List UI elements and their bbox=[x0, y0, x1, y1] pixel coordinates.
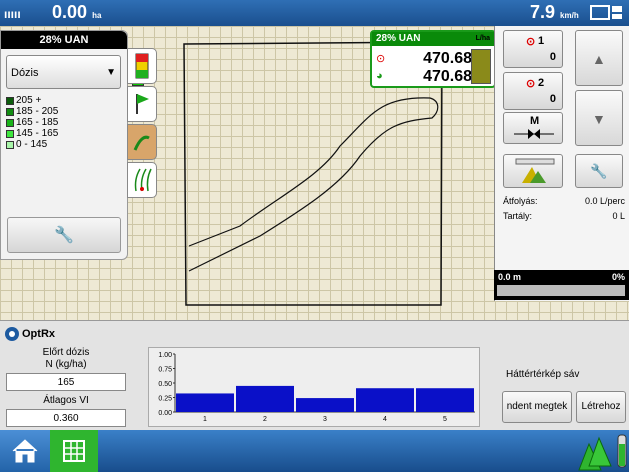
map-layer-select[interactable]: Dózis ▼ bbox=[6, 55, 144, 89]
target-rate: 470.68 bbox=[423, 50, 472, 67]
valve-icon bbox=[514, 129, 554, 139]
rate-down-button[interactable]: ▼ bbox=[575, 90, 623, 146]
create-button[interactable]: Létrehoz bbox=[576, 391, 626, 423]
legend-item: 0 - 145 bbox=[6, 139, 58, 150]
actual-rate: 470.68 bbox=[423, 68, 472, 85]
prescription-panel: 28% UAN Dózis ▼ 205 + 185 - 205 165 - 18… bbox=[0, 30, 144, 260]
flag-icon bbox=[136, 94, 149, 114]
bar bbox=[236, 385, 294, 412]
settings-wrench-button[interactable]: 🔧 bbox=[7, 217, 121, 253]
home-icon bbox=[12, 439, 38, 463]
legend-item: 165 - 185 bbox=[6, 117, 58, 128]
arrow-up-icon: ▲ bbox=[592, 51, 606, 67]
bar bbox=[296, 398, 354, 412]
wrench-icon: 🔧 bbox=[54, 227, 74, 244]
target-icon: ⊙ bbox=[526, 78, 536, 90]
home-button[interactable] bbox=[0, 430, 50, 472]
rate-unit: L/ha bbox=[475, 35, 490, 42]
tab-flag[interactable] bbox=[127, 86, 157, 122]
tab-guidance[interactable] bbox=[127, 162, 157, 198]
progress-track bbox=[497, 285, 625, 296]
legend-item: 185 - 205 bbox=[6, 106, 58, 117]
chevron-down-icon: ▼ bbox=[106, 67, 116, 78]
app-logo-icon: ııııı bbox=[4, 7, 21, 21]
section-1-button[interactable]: ⊙ 1 0 bbox=[503, 30, 563, 68]
guidance-lines-icon bbox=[134, 168, 152, 192]
y-tick-label: 0.25 bbox=[158, 396, 172, 403]
average-vi-field: 0.360 bbox=[6, 409, 126, 427]
field-icon bbox=[133, 135, 150, 151]
x-tick-label: 5 bbox=[443, 416, 447, 423]
rate-scale-icon bbox=[135, 53, 149, 79]
map-view-button[interactable] bbox=[50, 430, 98, 472]
bar bbox=[356, 388, 414, 412]
rate-control-box[interactable]: 28% UAN L/ha ⊙ 470.68 ◕ 470.68 bbox=[370, 30, 496, 88]
tab-field[interactable] bbox=[127, 124, 157, 160]
save-button[interactable]: ndent megtek bbox=[502, 391, 572, 423]
wrench-button[interactable]: 🔧 bbox=[575, 154, 623, 188]
optrx-icon bbox=[5, 327, 19, 341]
rate-up-button[interactable]: ▲ bbox=[575, 30, 623, 86]
y-tick-label: 0.50 bbox=[158, 381, 172, 388]
bar bbox=[176, 393, 234, 412]
field-status-icon[interactable] bbox=[575, 432, 615, 472]
y-tick-label: 0.75 bbox=[158, 367, 172, 374]
panel-title: 28% UAN bbox=[1, 31, 127, 49]
gps-status-icon bbox=[617, 434, 627, 468]
boom-master-button[interactable] bbox=[503, 154, 563, 188]
x-tick-label: 1 bbox=[203, 416, 207, 423]
y-tick-label: 0.00 bbox=[158, 410, 172, 417]
top-status-bar: ııııı 0.00 ha 7.9 km/h bbox=[0, 0, 629, 26]
screen-mode-icon[interactable] bbox=[590, 4, 624, 22]
tab-rate-legend[interactable] bbox=[127, 48, 157, 84]
target-icon: ⊙ bbox=[526, 36, 536, 48]
y-tick-label: 1.00 bbox=[158, 352, 172, 359]
area-readout: 0.00 ha bbox=[52, 2, 102, 22]
product-name: 28% UAN bbox=[376, 33, 421, 44]
arrow-down-icon: ▼ bbox=[592, 111, 606, 127]
grid-icon bbox=[63, 440, 85, 462]
control-panel: ⊙ 1 0 ⊙ 2 0 M ▲ ▼ 🔧 Átfolyás: 0.0 L/perc… bbox=[494, 26, 629, 301]
bottom-nav-bar bbox=[0, 430, 629, 472]
svg-text:ııııı: ııııı bbox=[4, 7, 21, 21]
speed-readout: 7.9 km/h bbox=[530, 2, 579, 22]
x-tick-label: 3 bbox=[323, 416, 327, 423]
x-tick-label: 4 bbox=[383, 416, 387, 423]
rate-legend: 205 + 185 - 205 165 - 185 145 - 165 0 - … bbox=[6, 95, 58, 150]
wrench-icon: 🔧 bbox=[590, 163, 608, 179]
section-2-button[interactable]: ⊙ 2 0 bbox=[503, 72, 563, 110]
optrx-panel: OptRx Előrt dózis N (kg/ha) 165 Átlagos … bbox=[0, 320, 629, 430]
sprayer-icon bbox=[515, 158, 555, 183]
legend-item: 145 - 165 bbox=[6, 128, 58, 139]
bar bbox=[416, 388, 474, 412]
rate-bar bbox=[471, 49, 491, 84]
panel-tabs bbox=[127, 48, 157, 200]
manual-valve-button[interactable]: M bbox=[503, 112, 563, 144]
predicted-rate-field: 165 bbox=[6, 373, 126, 391]
chart-canvas: 1.00 0.75 0.50 0.25 0.00 1 2 3 4 5 bbox=[158, 352, 475, 423]
x-tick-label: 2 bbox=[263, 416, 267, 423]
coverage-progress: 0.0 m 0% bbox=[494, 270, 629, 300]
vi-bar-chart: 1.00 0.75 0.50 0.25 0.00 1 2 3 4 5 bbox=[148, 347, 480, 427]
optrx-title: OptRx bbox=[22, 328, 55, 340]
legend-item: 205 + bbox=[6, 95, 58, 106]
